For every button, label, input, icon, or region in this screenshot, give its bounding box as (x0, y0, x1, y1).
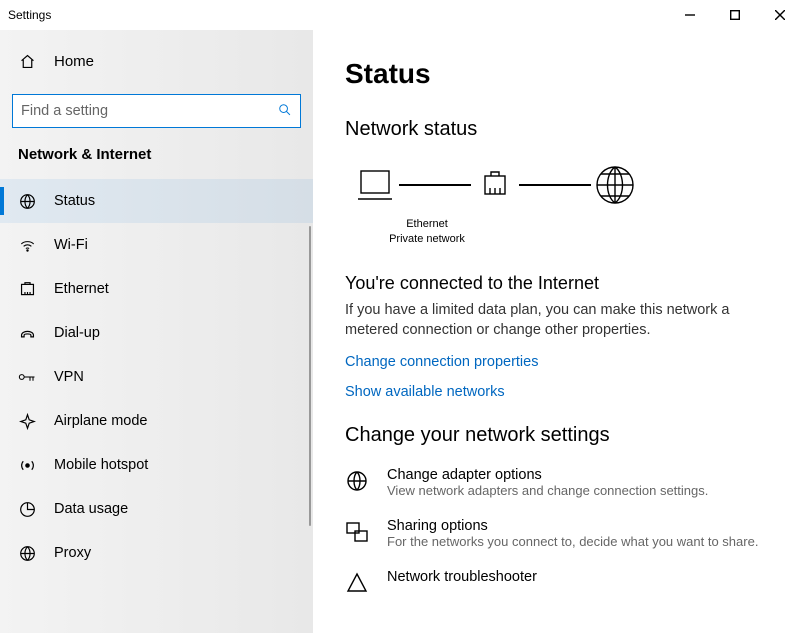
option-sharing[interactable]: Sharing options For the networks you con… (345, 518, 778, 549)
maximize-button[interactable] (712, 0, 757, 30)
sidebar-item-airplane[interactable]: Airplane mode (0, 399, 313, 443)
sidebar-item-hotspot[interactable]: Mobile hotspot (0, 443, 313, 487)
option-change-adapter[interactable]: Change adapter options View network adap… (345, 467, 778, 498)
home-icon (18, 53, 36, 70)
troubleshoot-icon (345, 569, 371, 600)
sidebar-item-vpn[interactable]: VPN (0, 355, 313, 399)
proxy-icon (18, 545, 36, 562)
home-nav[interactable]: Home (0, 42, 313, 80)
status-icon (18, 193, 36, 210)
window-controls (667, 0, 802, 30)
sidebar-section-title: Network & Internet (0, 146, 313, 179)
sidebar-item-label: Dial-up (54, 325, 100, 341)
ethernet-adapter-icon (471, 161, 519, 209)
connection-name: Ethernet (313, 217, 557, 232)
vpn-icon (18, 370, 36, 384)
network-diagram (351, 161, 778, 209)
change-settings-heading: Change your network settings (345, 424, 778, 447)
sharing-icon (345, 518, 371, 549)
sidebar-item-label: Airplane mode (54, 413, 148, 429)
airplane-icon (18, 413, 36, 430)
option-troubleshooter[interactable]: Network troubleshooter (345, 569, 778, 600)
link-change-connection-properties[interactable]: Change connection properties (345, 354, 778, 370)
option-subtitle: For the networks you connect to, decide … (387, 534, 758, 549)
minimize-button[interactable] (667, 0, 712, 30)
connected-body: If you have a limited data plan, you can… (345, 300, 775, 341)
ethernet-icon (18, 281, 36, 298)
diagram-caption: Ethernet Private network (313, 217, 557, 247)
sidebar-item-ethernet[interactable]: Ethernet (0, 267, 313, 311)
sidebar-item-data-usage[interactable]: Data usage (0, 487, 313, 531)
sidebar-item-label: Status (54, 193, 95, 209)
diagram-line (519, 184, 591, 186)
option-subtitle: View network adapters and change connect… (387, 483, 708, 498)
sidebar-item-label: VPN (54, 369, 84, 385)
search-field[interactable] (21, 103, 278, 119)
sidebar-item-label: Proxy (54, 545, 91, 561)
window-title: Settings (8, 8, 667, 22)
sidebar-scrollbar-thumb[interactable] (309, 226, 311, 526)
sidebar-item-label: Ethernet (54, 281, 109, 297)
sidebar-item-wifi[interactable]: Wi-Fi (0, 223, 313, 267)
data-usage-icon (18, 501, 36, 518)
hotspot-icon (18, 457, 36, 474)
laptop-icon (351, 161, 399, 209)
sidebar-scrollbar[interactable] (304, 226, 313, 629)
page-title: Status (345, 58, 778, 90)
search-input[interactable] (12, 94, 301, 128)
sidebar-item-dialup[interactable]: Dial-up (0, 311, 313, 355)
sidebar-nav: Status Wi-Fi Ethernet Dial-up (0, 179, 313, 633)
adapter-icon (345, 467, 371, 498)
sidebar-item-proxy[interactable]: Proxy (0, 531, 313, 575)
close-button[interactable] (757, 0, 802, 30)
option-title: Change adapter options (387, 467, 708, 483)
sidebar-item-label: Wi-Fi (54, 237, 88, 253)
home-label: Home (54, 53, 94, 70)
globe-icon (591, 161, 639, 209)
sidebar-item-status[interactable]: Status (0, 179, 313, 223)
link-show-available-networks[interactable]: Show available networks (345, 384, 778, 400)
sidebar-item-label: Data usage (54, 501, 128, 517)
sidebar: Home Network & Internet Status (0, 30, 313, 633)
main-content: Status Network status Ethernet Private n… (313, 30, 802, 633)
wifi-icon (18, 237, 36, 254)
option-title: Network troubleshooter (387, 569, 537, 585)
network-status-heading: Network status (345, 118, 778, 141)
connection-type: Private network (313, 232, 557, 247)
diagram-line (399, 184, 471, 186)
option-title: Sharing options (387, 518, 758, 534)
titlebar: Settings (0, 0, 802, 30)
sidebar-item-label: Mobile hotspot (54, 457, 148, 473)
dialup-icon (18, 325, 36, 342)
connected-heading: You're connected to the Internet (345, 273, 778, 294)
search-icon (278, 103, 292, 120)
